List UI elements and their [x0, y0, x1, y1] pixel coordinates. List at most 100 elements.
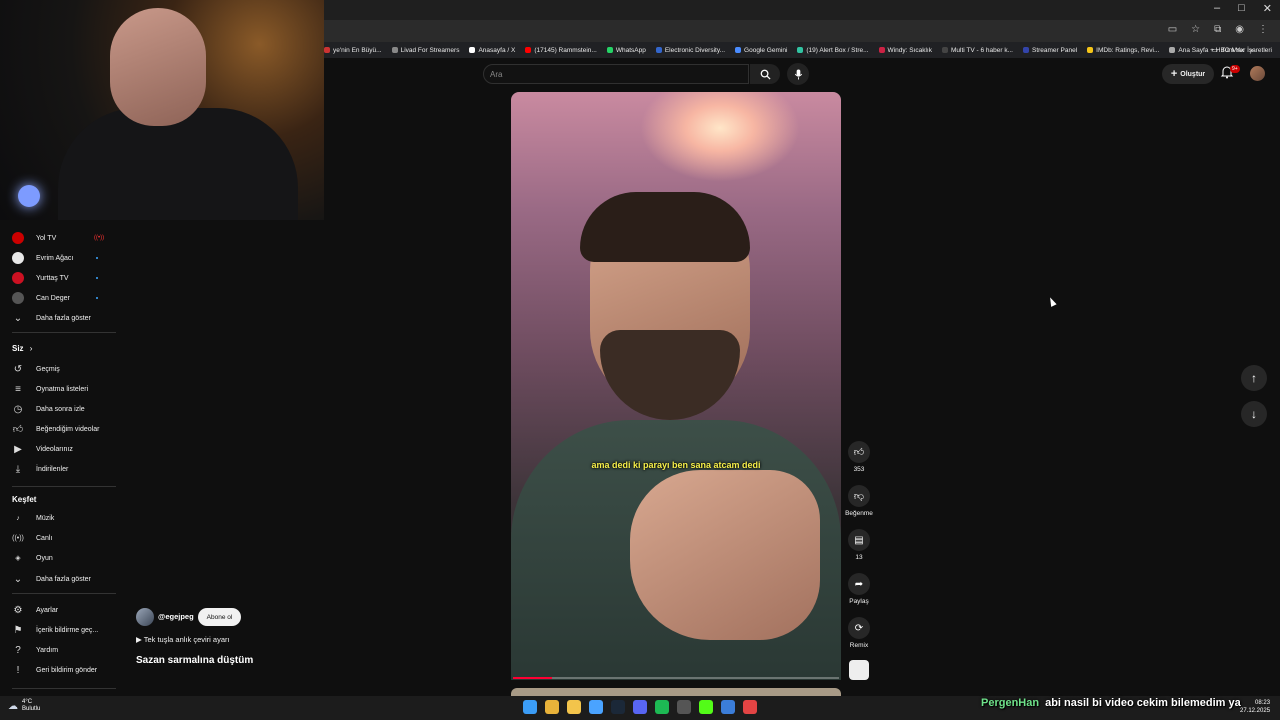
channel-avatar-icon [12, 232, 24, 244]
sidebar-item[interactable]: ⤓ İndirilenler [12, 462, 69, 476]
previous-short-button[interactable]: ↑ [1241, 365, 1267, 391]
description-line[interactable]: ▶ Tek tuşla anlık çeviri ayarı [136, 635, 230, 644]
minimize-button[interactable]: – [1214, 2, 1220, 15]
sidebar-item[interactable]: ! Geri bildirim gönder [12, 663, 97, 677]
like-button[interactable]: 👍︎ [848, 441, 870, 463]
channel-avatar-icon [12, 272, 24, 284]
account-avatar[interactable] [1250, 66, 1265, 81]
sidebar-item[interactable]: ⚑ İçerik bildirme geç... [12, 623, 99, 637]
sound-thumbnail[interactable] [849, 660, 869, 680]
taskbar-spotify-icon[interactable] [655, 700, 669, 714]
live-icon: ((•)) [12, 534, 24, 542]
taskbar-clock[interactable]: 08:23 27.12.2025 [1240, 699, 1270, 715]
taskbar-steam-icon[interactable] [611, 700, 625, 714]
remix-label: Remix [849, 642, 869, 649]
channel-name[interactable]: @egejpeg [158, 612, 194, 621]
explore-show-more[interactable]: ⌄ Daha fazla göster [12, 572, 91, 586]
cast-icon[interactable]: ▭ [1168, 24, 1177, 35]
webcam-overlay [0, 0, 324, 220]
chevron-down-icon: ⌄ [13, 573, 23, 585]
bookmark-item[interactable]: Livad For Streamers [391, 47, 459, 54]
clock-date: 27.12.2025 [1240, 708, 1271, 714]
chevron-down-icon: ⌄ [13, 312, 23, 324]
all-bookmarks-button[interactable]: ▭ Tüm Yer İşaretleri [1212, 42, 1272, 58]
sidebar-item[interactable]: 👍︎ Beğendiğim videolar [12, 422, 100, 436]
channel-avatar-icon [12, 292, 24, 304]
weather-widget[interactable]: ☁ 4°C Bulutlu [8, 699, 40, 713]
menu-icon[interactable]: ⋮ [1258, 24, 1268, 35]
bookmark-item[interactable]: Google Gemini [735, 47, 787, 54]
profile-icon[interactable]: ◉ [1235, 24, 1244, 35]
sidebar-item[interactable]: Evrim Ağacı [12, 251, 73, 265]
short-title[interactable]: Sazan sarmalına düştüm [136, 655, 253, 666]
create-button[interactable]: + Oluştur [1162, 64, 1214, 84]
browser-titlebar [324, 0, 1280, 20]
sidebar-item[interactable]: ♪ Müzik [12, 511, 54, 525]
sidebar-item[interactable]: ⚙ Ayarlar [12, 603, 59, 617]
weather-desc: Bulutlu [22, 706, 41, 712]
bookmark-item[interactable]: Streamer Panel [1022, 47, 1077, 54]
clock-icon: ◷ [13, 403, 23, 415]
bookmark-item[interactable]: IMDb: Ratings, Revi... [1087, 47, 1159, 54]
taskbar-discord-icon[interactable] [633, 700, 647, 714]
share-label: Paylaş [849, 598, 869, 605]
taskbar-explorer-icon[interactable] [567, 700, 581, 714]
feedback-icon: ! [16, 664, 20, 676]
taskbar-chrome-icon[interactable] [545, 700, 559, 714]
taskbar-kick-icon[interactable] [699, 700, 713, 714]
microphone-icon [794, 68, 802, 80]
taskbar-app4-icon[interactable] [589, 700, 603, 714]
bookmark-item[interactable]: Electronic Diversity... [655, 47, 725, 54]
subscribe-button[interactable]: Abone ol [198, 608, 241, 626]
star-icon[interactable]: ☆ [1191, 24, 1200, 35]
address-bar[interactable] [324, 20, 1280, 42]
search-button[interactable] [750, 64, 780, 84]
sidebar-item[interactable]: Yol TV [12, 231, 56, 245]
sidebar-item[interactable]: Yurttaş TV [12, 271, 69, 285]
bookmark-item[interactable]: Anasayfa / X [469, 47, 515, 54]
taskbar-app10-icon[interactable] [721, 700, 735, 714]
comment-icon: ▤ [854, 534, 864, 546]
taskbar-windows-icon[interactable] [523, 700, 537, 714]
sidebar-item[interactable]: ((•)) Canlı [12, 531, 52, 545]
share-button[interactable]: ➦ [848, 573, 870, 595]
dislike-button[interactable]: 👎︎ [848, 485, 870, 507]
maximize-button[interactable]: □ [1238, 2, 1245, 15]
sidebar-item[interactable]: ◈ Oyun [12, 551, 52, 565]
explore-section-heading: Keşfet [12, 495, 37, 504]
close-button[interactable]: ✕ [1263, 2, 1272, 15]
comments-button[interactable]: ▤ [848, 529, 870, 551]
sidebar-item[interactable]: ? Yardım [12, 643, 58, 657]
thumbs-up-icon: 👍︎ [12, 424, 24, 435]
sidebar-item[interactable]: ≡ Oynatma listeleri [12, 382, 88, 396]
bookmark-item[interactable]: Windy: Sıcaklık [878, 47, 932, 54]
browser-toolbar-icons: ▭ ☆ ⧉ ◉ ⋮ [1168, 24, 1268, 35]
stream-chat-message: PergenHan abi nasil bi video cekim bileme… [981, 697, 1241, 709]
video-progress-track[interactable] [513, 677, 839, 679]
bookmark-item[interactable]: ye'nin En Büyü... [324, 47, 382, 54]
subscriptions-show-more[interactable]: ⌄ Daha fazla göster [12, 311, 91, 325]
remix-button[interactable]: ⟳ [848, 617, 870, 639]
mouse-cursor [1047, 296, 1057, 307]
extensions-icon[interactable]: ⧉ [1214, 24, 1221, 35]
sidebar-item[interactable]: ↺ Geçmiş [12, 362, 60, 376]
next-short-button[interactable]: ↓ [1241, 401, 1267, 427]
sidebar-item[interactable]: ◷ Daha sonra izle [12, 402, 85, 416]
like-action: 👍︎ 353 [845, 441, 873, 473]
channel-avatar[interactable] [136, 608, 154, 626]
thumbs-down-icon: 👎︎ [853, 491, 865, 502]
bookmark-item[interactable]: Multi TV - 6 haber k... [941, 47, 1013, 54]
search-input[interactable]: Ara [483, 64, 749, 84]
divider [12, 486, 116, 487]
sidebar-item[interactable]: Can Deger [12, 291, 70, 305]
taskbar-app11-icon[interactable] [743, 700, 757, 714]
taskbar-calculator-icon[interactable] [677, 700, 691, 714]
bookmark-item[interactable]: (17145) Rammstein... [525, 47, 597, 54]
bookmark-item[interactable]: (19) Alert Box / Stre... [797, 47, 869, 54]
chat-text: abi nasil bi video cekim bilemedim ya [1045, 697, 1241, 709]
you-section-heading[interactable]: Siz › [12, 344, 32, 353]
voice-search-button[interactable] [787, 63, 809, 85]
bookmark-item[interactable]: WhatsApp [606, 47, 646, 54]
sidebar-item[interactable]: ▶ Videolarınız [12, 442, 73, 456]
next-short-preview[interactable] [511, 688, 841, 696]
